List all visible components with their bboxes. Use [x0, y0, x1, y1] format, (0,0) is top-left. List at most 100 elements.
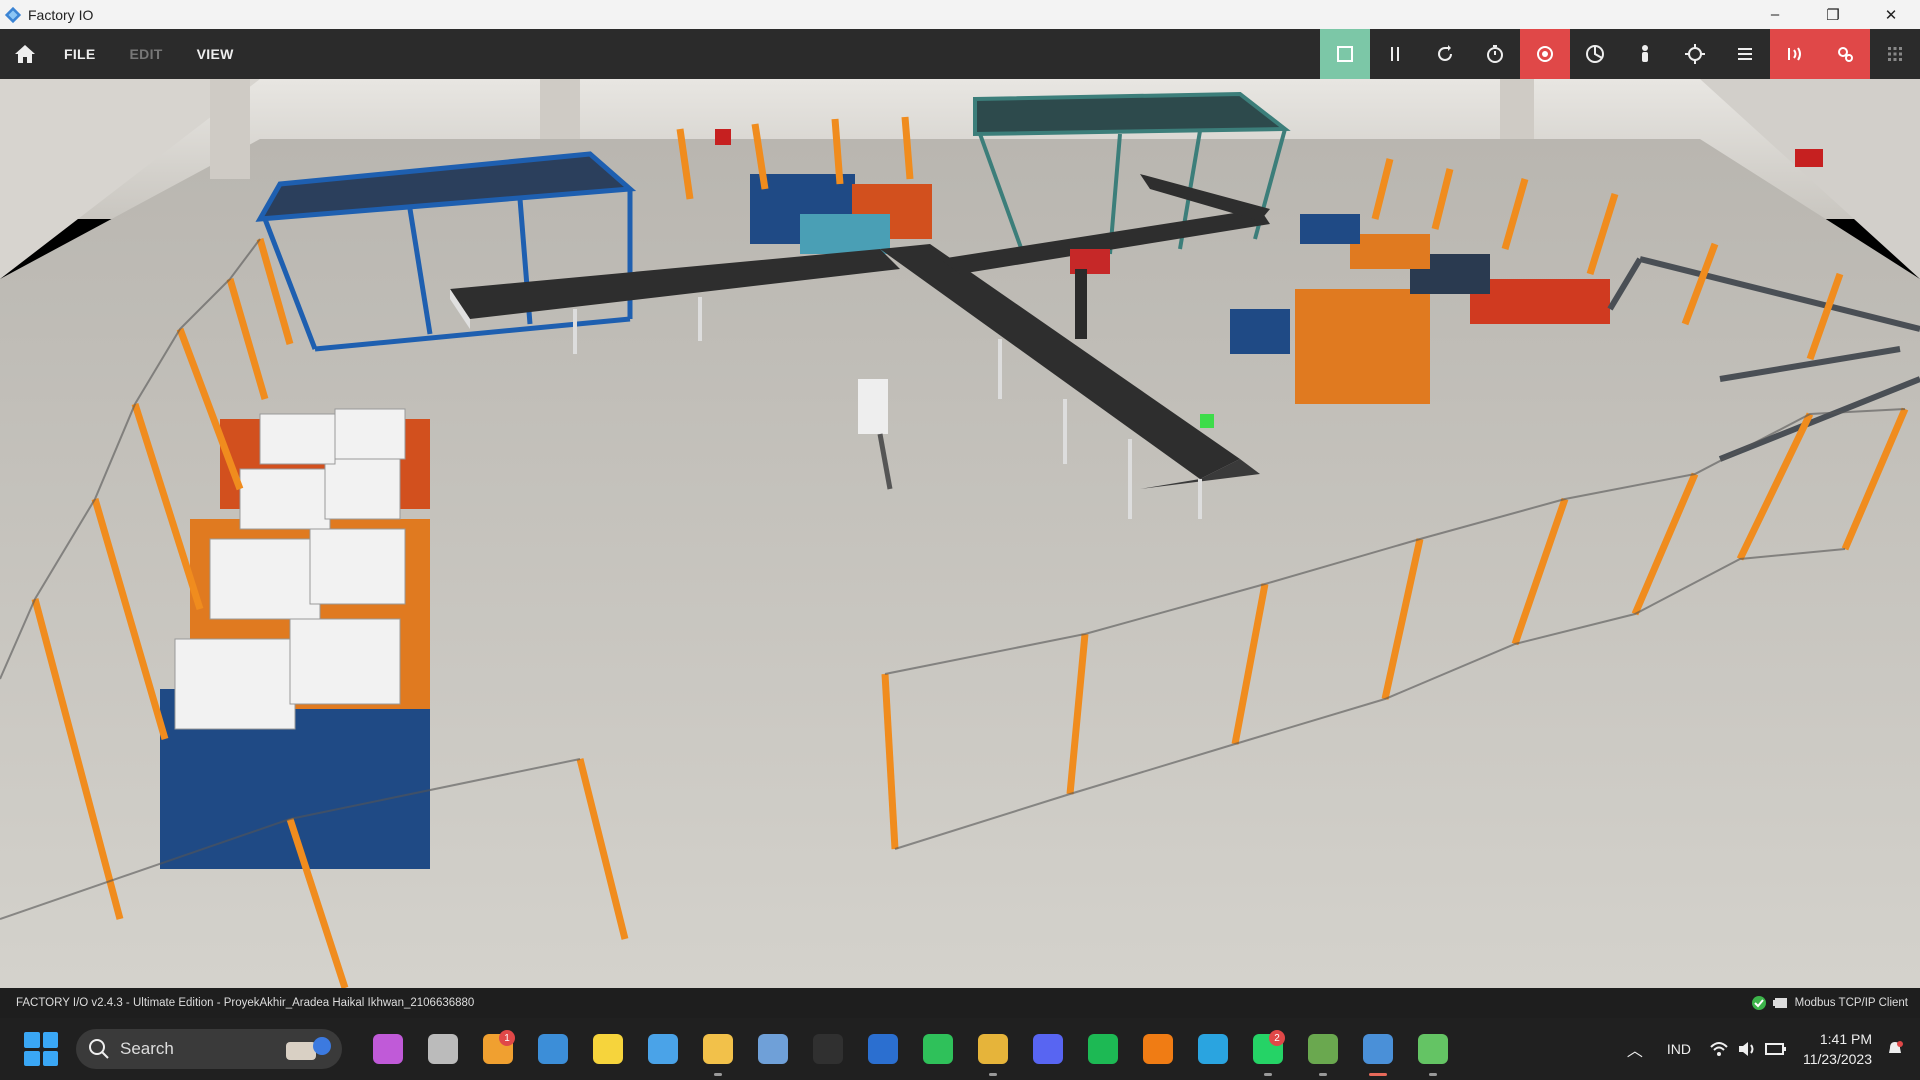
taskbar-app-vlc[interactable] — [1130, 1018, 1185, 1080]
taskbar-app-control-panel[interactable] — [525, 1018, 580, 1080]
status-bar: FACTORY I/O v2.4.3 - Ultimate Edition - … — [0, 988, 1920, 1018]
clock[interactable]: 1:41 PM 11/23/2023 — [1803, 1029, 1872, 1069]
orbit-camera-button[interactable] — [1520, 29, 1570, 79]
red-bins — [1470, 279, 1610, 324]
taskbar-app-file-explorer[interactable] — [690, 1018, 745, 1080]
taskbar-app-copilot[interactable] — [360, 1018, 415, 1080]
running-indicator — [988, 1073, 997, 1076]
search-highlight-icon — [286, 1037, 331, 1060]
taskbar-app-whatsapp[interactable]: 2 — [1240, 1018, 1295, 1080]
clock-time: 1:41 PM — [1819, 1031, 1872, 1047]
notification-badge: 2 — [1269, 1030, 1285, 1046]
taskbar-app-task-view[interactable] — [415, 1018, 470, 1080]
simulation-toolbar — [1320, 29, 1920, 79]
fly-camera-icon — [1586, 45, 1604, 63]
sensor-tags-button[interactable] — [1770, 29, 1820, 79]
running-indicator — [713, 1073, 722, 1076]
wall-pillar — [1500, 79, 1534, 139]
taskbar-app-chrome[interactable] — [965, 1018, 1020, 1080]
fire-alarm — [1795, 149, 1823, 167]
viewport-3d[interactable] — [0, 79, 1920, 988]
wall-pillar — [540, 79, 580, 139]
notification-bell-icon[interactable] — [1886, 1040, 1904, 1058]
taskbar-app-notepad[interactable] — [635, 1018, 690, 1080]
factory-io-icon — [1362, 1034, 1393, 1064]
search-box[interactable]: Search — [76, 1029, 342, 1069]
running-indicator — [1428, 1073, 1437, 1076]
taskbar-app-resource-monitor[interactable] — [745, 1018, 800, 1080]
copilot-icon — [372, 1034, 403, 1064]
target-button[interactable] — [1670, 29, 1720, 79]
factory-io-logo-icon — [4, 6, 22, 23]
start-button[interactable] — [24, 1032, 58, 1066]
chrome-icon — [977, 1034, 1008, 1064]
taskbar-apps: 12 — [360, 1018, 1460, 1080]
timer-icon — [1487, 45, 1503, 63]
teal-crates — [800, 214, 890, 254]
minimize-button[interactable]: – — [1746, 0, 1804, 29]
close-button[interactable]: ✕ — [1862, 0, 1920, 29]
line-icon — [922, 1034, 953, 1064]
taskbar-app-settings-app[interactable] — [1405, 1018, 1460, 1080]
battery-icon[interactable] — [1764, 1042, 1787, 1056]
language-indicator[interactable]: IND — [1667, 1041, 1691, 1057]
taskbar-app-obs[interactable] — [800, 1018, 855, 1080]
search-label: Search — [120, 1039, 174, 1058]
taskbar-app-edge[interactable] — [1185, 1018, 1240, 1080]
running-indicator — [1318, 1073, 1327, 1076]
driver-label[interactable]: Modbus TCP/IP Client — [1795, 997, 1908, 1009]
taskbar-app-discord[interactable] — [1020, 1018, 1075, 1080]
taskbar: Search 12 ︿ IND 1:41 PM 11/23/2023 — [0, 1018, 1920, 1080]
pause-button[interactable] — [1370, 29, 1420, 79]
play-icon — [1337, 46, 1353, 62]
minecraft-icon — [1307, 1034, 1338, 1064]
home-icon — [15, 45, 35, 63]
sensor-tags-icon — [1788, 47, 1801, 61]
show-hidden-icons-icon[interactable]: ︿ — [1627, 1037, 1643, 1061]
status-text: FACTORY I/O v2.4.3 - Ultimate Edition - … — [16, 997, 475, 1009]
wifi-icon[interactable] — [1709, 1041, 1729, 1057]
settings-app-icon — [1417, 1034, 1448, 1064]
connected-check-icon — [1751, 996, 1766, 1010]
taskbar-app-weather[interactable]: 1 — [470, 1018, 525, 1080]
drivers-button[interactable] — [1820, 29, 1870, 79]
factory-scene — [0, 79, 1920, 988]
taskbar-app-word[interactable] — [855, 1018, 910, 1080]
blue-crates-right — [1230, 309, 1290, 354]
control-panel — [858, 379, 888, 434]
list-button[interactable] — [1720, 29, 1770, 79]
timer-button[interactable] — [1470, 29, 1520, 79]
volume-icon[interactable] — [1737, 1041, 1757, 1057]
clock-date: 11/23/2023 — [1802, 1051, 1872, 1067]
taskbar-app-sticky-notes[interactable] — [580, 1018, 635, 1080]
drivers-icon — [1838, 47, 1853, 62]
taskbar-app-spotify[interactable] — [1075, 1018, 1130, 1080]
fly-camera-button[interactable] — [1570, 29, 1620, 79]
taskbar-app-minecraft[interactable] — [1295, 1018, 1350, 1080]
blue-bins — [1300, 214, 1360, 244]
target-icon — [1685, 44, 1705, 64]
menu-view[interactable]: VIEW — [197, 46, 234, 62]
file-explorer-icon — [702, 1034, 733, 1064]
reset-button[interactable] — [1420, 29, 1470, 79]
taskbar-app-factory-io[interactable] — [1350, 1018, 1405, 1080]
orange-crates — [1295, 289, 1430, 404]
first-person-button[interactable] — [1620, 29, 1670, 79]
maximize-button[interactable]: ❐ — [1804, 0, 1862, 29]
notepad-icon — [647, 1034, 678, 1064]
menu-bar: FILE EDIT VIEW — [0, 29, 1920, 79]
notification-badge: 1 — [499, 1030, 515, 1046]
play-button[interactable] — [1320, 29, 1370, 79]
home-button[interactable] — [0, 29, 50, 79]
system-tray: ︿ IND 1:41 PM 11/23/2023 — [1627, 1018, 1920, 1080]
menu-file[interactable]: FILE — [64, 46, 96, 62]
grid-button[interactable] — [1870, 29, 1920, 79]
driver-icon — [1772, 998, 1787, 1008]
taskbar-app-line[interactable] — [910, 1018, 965, 1080]
resource-monitor-icon — [757, 1034, 788, 1064]
spotify-icon — [1087, 1034, 1118, 1064]
menu-edit[interactable]: EDIT — [130, 46, 163, 62]
running-indicator — [1368, 1073, 1387, 1076]
obs-icon — [812, 1034, 843, 1064]
discord-icon — [1032, 1034, 1063, 1064]
